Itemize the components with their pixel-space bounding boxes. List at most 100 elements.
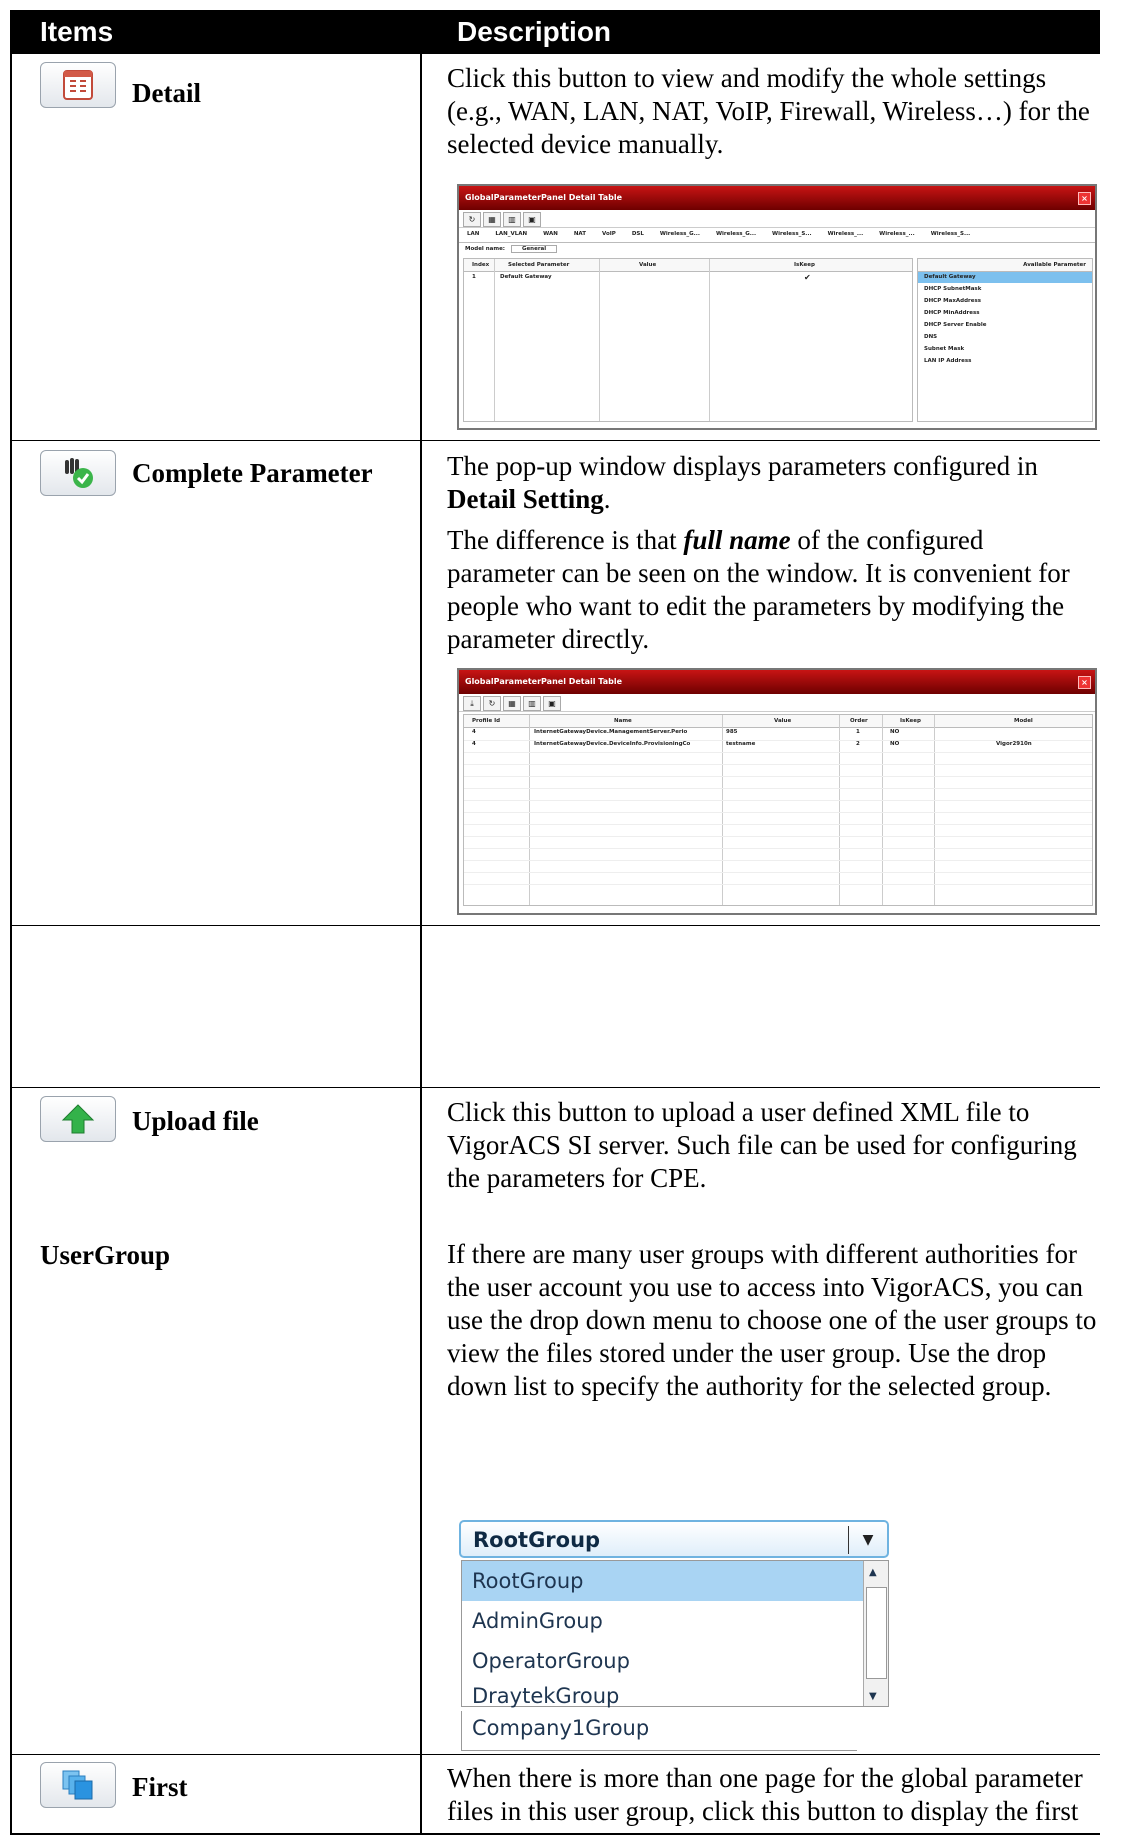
first-page-icon xyxy=(62,1770,93,1800)
row-divider xyxy=(10,925,1100,926)
tab[interactable]: WAN xyxy=(535,228,566,242)
scrollbar[interactable]: ▲ ▼ xyxy=(863,1561,888,1706)
table-bottom-border xyxy=(10,1833,1100,1835)
available-item[interactable]: DHCP Server Enable xyxy=(924,322,986,328)
close-icon[interactable]: × xyxy=(1078,192,1091,205)
row-divider xyxy=(10,440,1100,441)
delete-icon[interactable]: ▣ xyxy=(523,212,541,227)
tab[interactable]: DSL xyxy=(624,228,652,242)
selected-value: RootGroup xyxy=(473,1528,601,1552)
usergroup-select[interactable]: RootGroup ▼ xyxy=(459,1520,889,1558)
checkbox[interactable]: ✔ xyxy=(804,273,811,282)
scroll-down-icon[interactable]: ▼ xyxy=(869,1691,877,1702)
grid-cell: Vigor2910n xyxy=(996,741,1032,747)
table-left-border xyxy=(10,10,12,1835)
detail-button[interactable] xyxy=(40,62,116,108)
detail-setting-term: Detail Setting xyxy=(447,484,604,514)
col-iskeep: IsKeep xyxy=(794,262,815,268)
table-header: Items Description xyxy=(10,10,1100,54)
item-name-detail: Detail xyxy=(132,78,201,108)
export-icon[interactable]: ⤓ xyxy=(463,696,481,711)
refresh-icon[interactable]: ↻ xyxy=(463,212,481,227)
detail-dialog-screenshot: GlobalParameterPanel Detail Table × ↻ ▦ ▥… xyxy=(457,184,1097,430)
available-item[interactable]: DHCP MinAddress xyxy=(924,310,980,316)
available-header: Available Parameter xyxy=(1023,262,1086,268)
available-item[interactable]: DHCP SubnetMask xyxy=(924,286,981,292)
model-label: Model name: xyxy=(465,246,506,252)
scroll-thumb[interactable] xyxy=(866,1587,887,1679)
tab[interactable]: NAT xyxy=(566,228,594,242)
item-name-complete-parameter: Complete Parameter xyxy=(132,458,373,488)
header-items: Items xyxy=(40,16,114,47)
desc-detail: Click this button to view and modify the… xyxy=(447,63,1090,159)
col-value: Value xyxy=(639,262,657,268)
model-select[interactable]: General xyxy=(510,245,558,253)
grid-cell: InternetGatewayDevice.DeviceInfo.Provisi… xyxy=(534,741,691,747)
usergroup-dropdown[interactable]: RootGroup ▼ RootGroup AdminGroup Operato… xyxy=(459,1520,889,1708)
option-item[interactable]: OperatorGroup xyxy=(462,1641,888,1681)
available-item[interactable]: LAN IP Address xyxy=(924,358,971,364)
header-description: Description xyxy=(457,16,612,47)
first-page-button[interactable] xyxy=(40,1762,116,1808)
desc-complete-parameter-2: The difference is that full name of the … xyxy=(447,525,1070,654)
grid-cell: testname xyxy=(726,741,756,747)
col-name: Name xyxy=(614,718,632,724)
tab[interactable]: Wireless_... xyxy=(871,228,923,242)
available-item[interactable]: Subnet Mask xyxy=(924,346,964,352)
col-value: Value xyxy=(774,718,792,724)
row-divider xyxy=(10,1754,1100,1755)
option-item[interactable]: DraytekGroup xyxy=(462,1681,888,1708)
available-parameter-grid: Available Parameter Default Gateway DHCP… xyxy=(917,258,1093,422)
item-name-upload-file: Upload file xyxy=(132,1106,259,1136)
tab[interactable]: VoIP xyxy=(594,228,624,242)
grid-cell: 1 xyxy=(472,274,476,280)
tab[interactable]: LAN_VLAN xyxy=(487,228,535,242)
usergroup-options: RootGroup AdminGroup OperatorGroup Drayt… xyxy=(461,1560,889,1708)
desc-upload-file: Click this button to upload a user defin… xyxy=(447,1097,1077,1193)
calendar-icon[interactable]: ▦ xyxy=(503,696,521,711)
tab[interactable]: Wireless_G... xyxy=(652,228,708,242)
row-divider xyxy=(10,1087,1100,1088)
grid-cell: NO xyxy=(890,741,900,747)
parameter-icon[interactable]: ▥ xyxy=(503,212,521,227)
desc-complete-parameter-1: The pop-up window displays parameters co… xyxy=(447,451,1038,514)
delete-icon[interactable]: ▣ xyxy=(543,696,561,711)
close-icon[interactable]: × xyxy=(1078,676,1091,689)
available-item[interactable]: Default Gateway xyxy=(924,274,976,280)
item-name-first: First xyxy=(132,1772,188,1802)
col-model: Model xyxy=(1014,718,1033,724)
col-profile-id: Profile Id xyxy=(472,718,501,724)
dialog-toolbar: ⤓ ↻ ▦ ▥ ▣ xyxy=(459,694,1095,712)
available-item[interactable]: DNS xyxy=(924,334,937,340)
column-divider xyxy=(420,54,422,1833)
complete-parameter-button[interactable] xyxy=(40,450,116,496)
grid-cell: NO xyxy=(890,729,900,735)
available-item[interactable]: DHCP MaxAddress xyxy=(924,298,981,304)
upload-arrow-icon xyxy=(61,1104,95,1134)
option-item[interactable]: Company1Group xyxy=(461,1711,857,1751)
col-order: Order xyxy=(850,718,868,724)
tab[interactable]: LAN xyxy=(459,228,487,242)
option-item[interactable]: AdminGroup xyxy=(462,1601,888,1641)
option-item[interactable]: RootGroup xyxy=(462,1561,888,1601)
col-selected-parameter: Selected Parameter xyxy=(508,262,570,268)
grid-cell: 4 xyxy=(472,741,476,747)
grid-cell: InternetGatewayDevice.ManagementServer.P… xyxy=(534,729,688,735)
detail-table-icon xyxy=(63,70,93,100)
tab[interactable]: Wireless_G... xyxy=(708,228,764,242)
refresh-icon[interactable]: ↻ xyxy=(483,696,501,711)
dialog-title: GlobalParameterPanel Detail Table xyxy=(465,193,622,202)
tab[interactable]: Wireless_... xyxy=(820,228,872,242)
tab[interactable]: Wireless_S... xyxy=(923,228,979,242)
dialog-title: GlobalParameterPanel Detail Table xyxy=(465,677,622,686)
full-name-term: full name xyxy=(683,525,791,555)
scroll-up-icon[interactable]: ▲ xyxy=(869,1567,877,1578)
chevron-down-icon[interactable]: ▼ xyxy=(848,1526,887,1554)
calendar-icon[interactable]: ▦ xyxy=(483,212,501,227)
dialog-toolbar: ↻ ▦ ▥ ▣ xyxy=(459,210,1095,228)
tab[interactable]: Wireless_S... xyxy=(764,228,820,242)
parameter-icon[interactable]: ▥ xyxy=(523,696,541,711)
grid-cell: 2 xyxy=(856,741,860,747)
hand-check-icon xyxy=(65,458,93,488)
upload-file-button[interactable] xyxy=(40,1096,116,1142)
